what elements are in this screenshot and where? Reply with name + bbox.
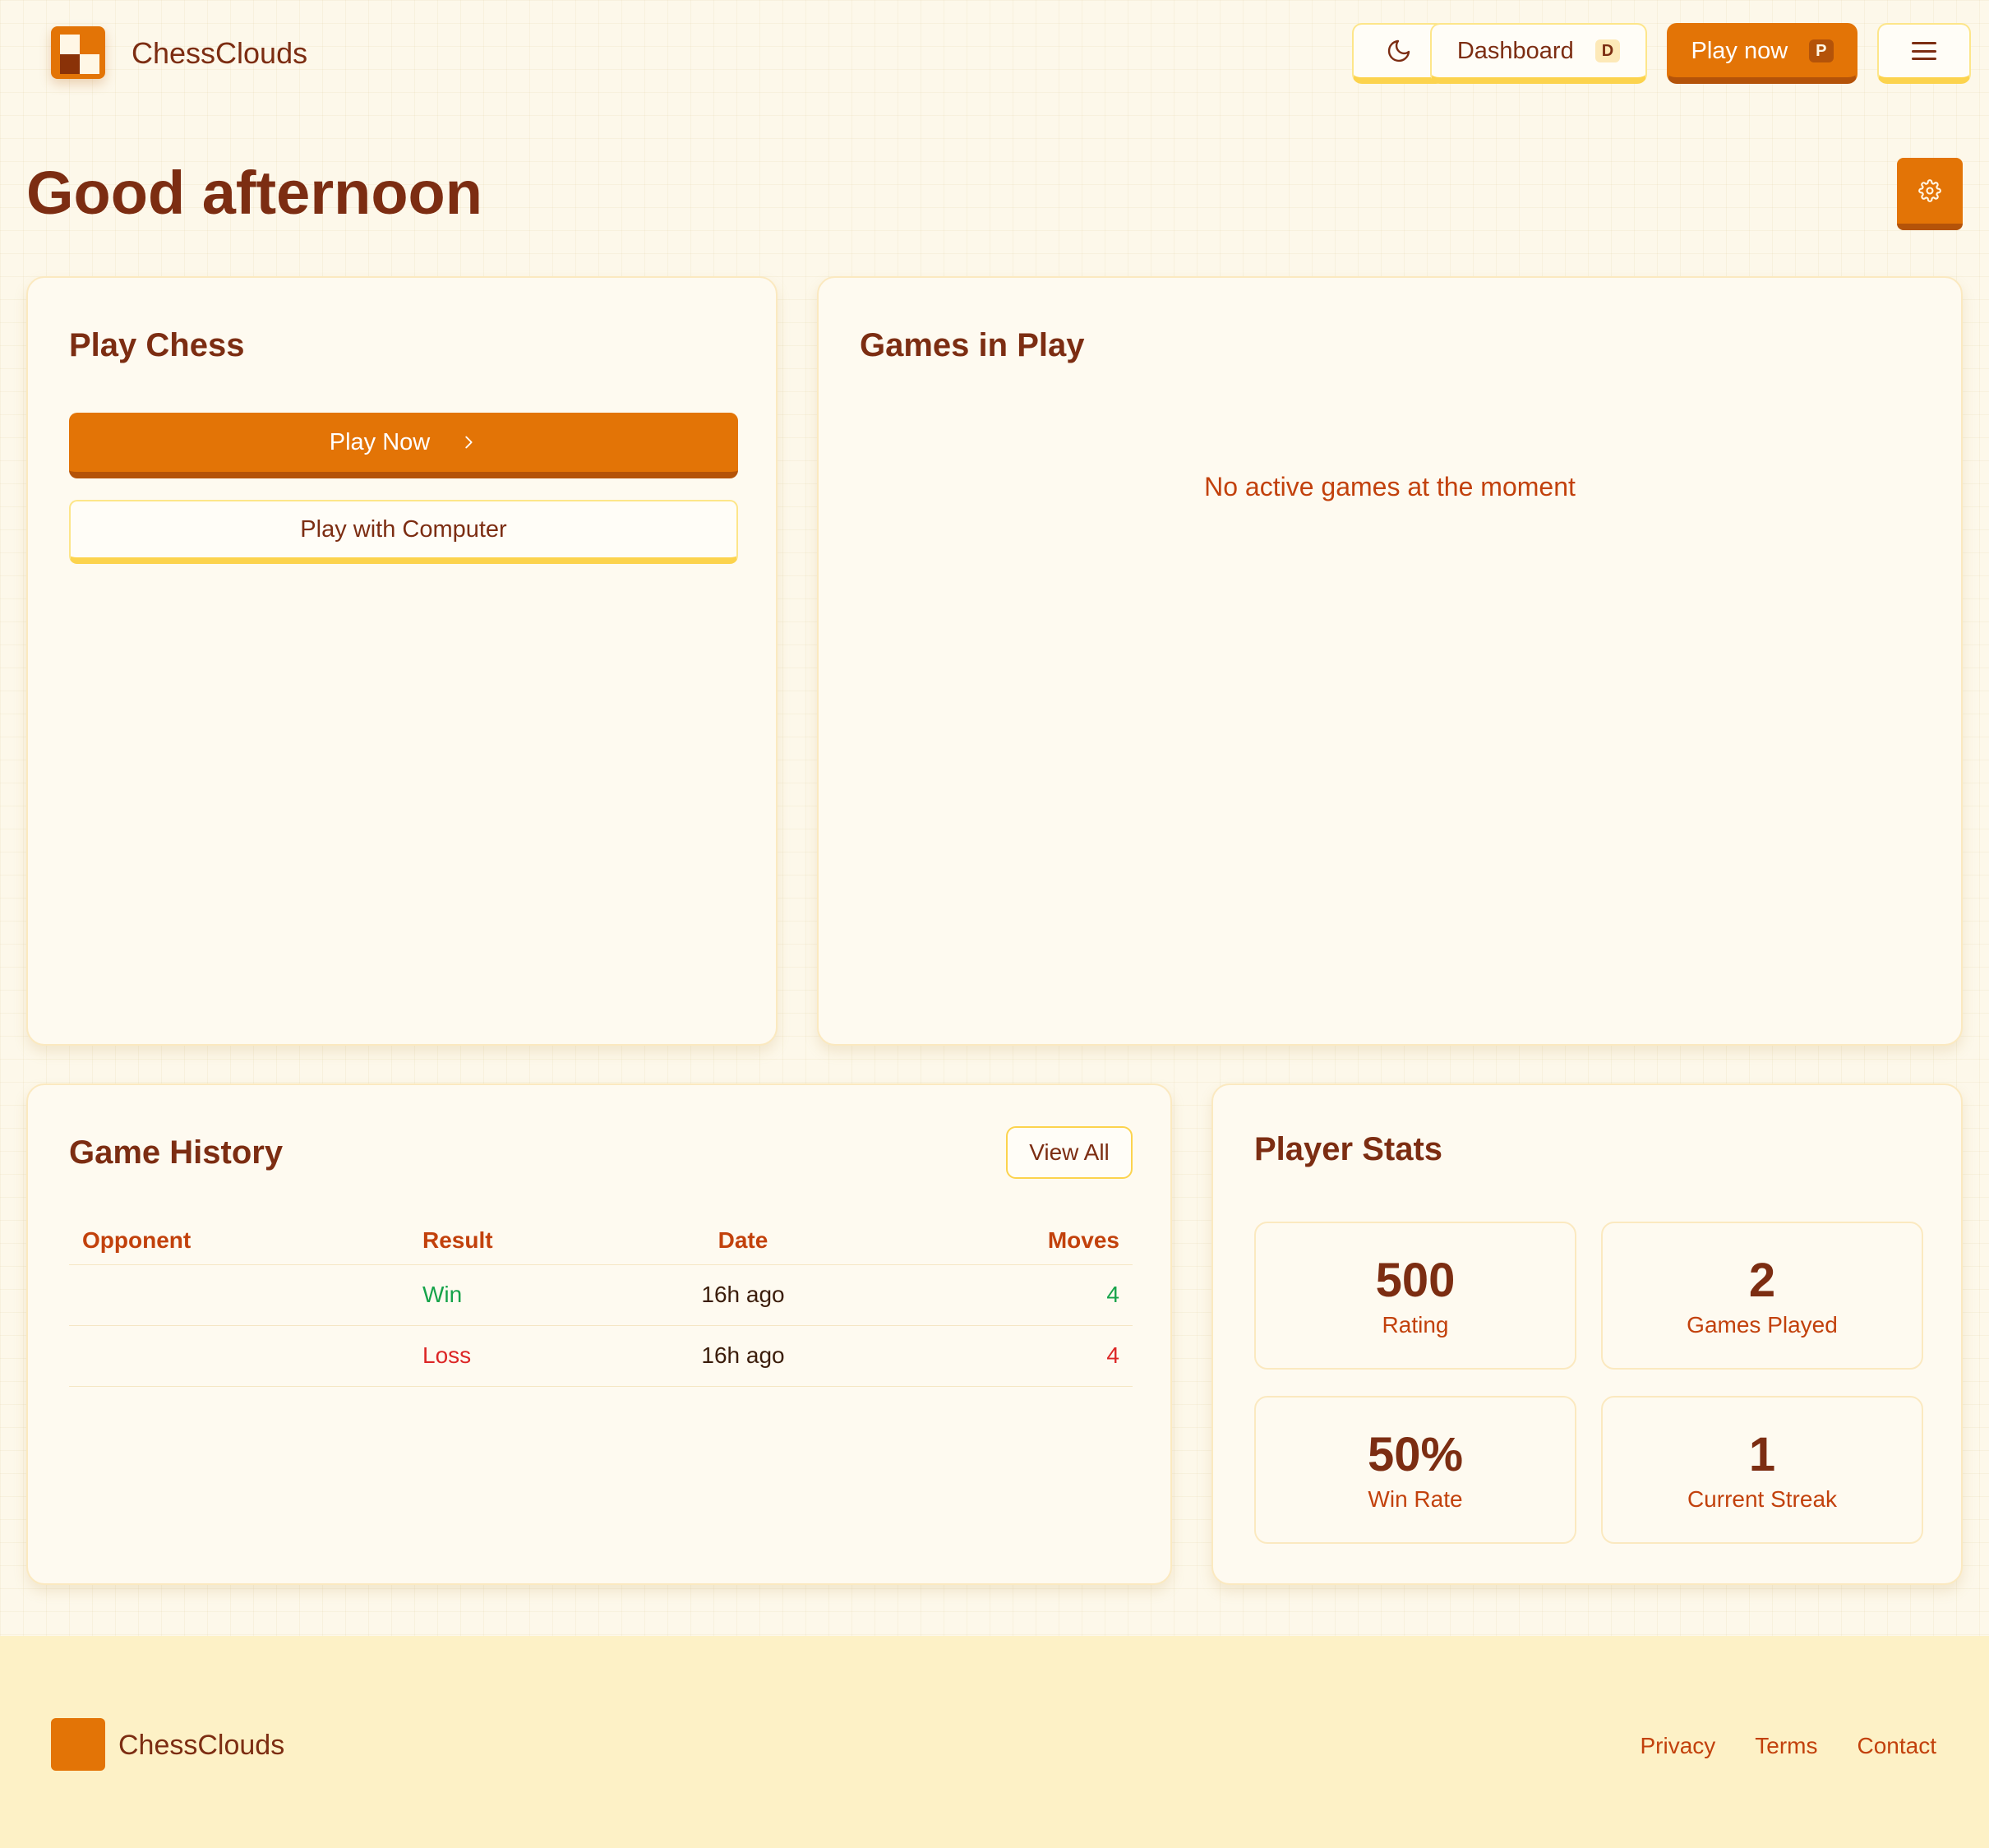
play-with-computer-label: Play with Computer <box>300 515 507 543</box>
logo-square <box>80 35 99 54</box>
table-row[interactable]: Win 16h ago 4 <box>69 1264 1133 1326</box>
dashboard-shortcut-badge: D <box>1594 39 1621 62</box>
menu-button[interactable] <box>1877 23 1971 84</box>
play-now-button[interactable]: Play Now <box>69 413 738 478</box>
games-in-play-title: Games in Play <box>860 327 1085 363</box>
footer-link-privacy[interactable]: Privacy <box>1640 1733 1715 1759</box>
stat-value: 1 <box>1748 1428 1776 1481</box>
stat-rating: 500 Rating <box>1254 1222 1576 1370</box>
games-in-play-card: Games in Play No active games at the mom… <box>817 276 1963 1046</box>
page-title: Good afternoon <box>26 159 482 227</box>
table-row[interactable]: Loss 16h ago 4 <box>69 1325 1133 1387</box>
date-cell: 16h ago <box>644 1325 842 1387</box>
moves-cell: 4 <box>842 1325 1133 1387</box>
dashboard-button[interactable]: Dashboard D <box>1430 23 1647 84</box>
gear-icon <box>1918 179 1941 202</box>
empty-state-message: No active games at the moment <box>1204 472 1576 501</box>
play-now-button-label: Play Now <box>329 428 431 455</box>
column-header-date: Date <box>644 1217 842 1265</box>
stat-value: 2 <box>1748 1254 1776 1307</box>
result-cell: Loss <box>422 1325 644 1387</box>
date-cell: 16h ago <box>644 1264 842 1326</box>
opponent-cell <box>69 1325 422 1387</box>
play-now-label: Play now <box>1691 37 1788 64</box>
chevron-right-icon <box>459 433 478 451</box>
view-all-button[interactable]: View All <box>1006 1126 1133 1179</box>
play-with-computer-button[interactable]: Play with Computer <box>69 500 738 564</box>
footer-links: Privacy Terms Contact <box>1640 1733 1936 1759</box>
game-history-card: Game History View All Opponent Result Da… <box>26 1083 1172 1585</box>
footer-link-terms[interactable]: Terms <box>1755 1733 1817 1759</box>
brand-name[interactable]: ChessClouds <box>132 36 307 71</box>
stat-label: Win Rate <box>1368 1486 1463 1512</box>
logo-square <box>60 35 80 54</box>
game-history-title: Game History <box>69 1134 284 1171</box>
table-header-row: Opponent Result Date Moves <box>69 1217 1133 1265</box>
footer-logo[interactable] <box>51 1718 105 1771</box>
column-header-opponent: Opponent <box>69 1217 422 1265</box>
stat-label: Current Streak <box>1687 1486 1838 1512</box>
player-stats-title: Player Stats <box>1254 1131 1443 1167</box>
stat-label: Rating <box>1382 1312 1449 1337</box>
moon-icon <box>1387 39 1410 62</box>
player-stats-card: Player Stats 500 Rating 2 Games Played 5… <box>1211 1083 1963 1585</box>
stat-win-rate: 50% Win Rate <box>1254 1396 1576 1544</box>
logo-square <box>60 54 80 74</box>
play-chess-card: Play Chess Play Now Play with Computer <box>26 276 778 1046</box>
logo-square <box>80 54 99 74</box>
play-chess-title: Play Chess <box>69 327 245 363</box>
result-cell: Win <box>422 1264 644 1326</box>
hamburger-menu-icon <box>1912 42 1936 60</box>
play-shortcut-badge: P <box>1809 39 1834 62</box>
footer-link-contact[interactable]: Contact <box>1857 1733 1937 1759</box>
stat-current-streak: 1 Current Streak <box>1601 1396 1923 1544</box>
dashboard-label: Dashboard <box>1456 37 1574 64</box>
column-header-moves: Moves <box>842 1217 1133 1265</box>
footer-brand-name[interactable]: ChessClouds <box>118 1730 284 1762</box>
opponent-cell <box>69 1264 422 1326</box>
page-footer: ChessClouds Privacy Terms Contact <box>0 1636 1989 1848</box>
column-header-result: Result <box>422 1217 644 1265</box>
play-now-header-button[interactable]: Play now P <box>1667 23 1857 84</box>
stat-value: 500 <box>1375 1254 1456 1307</box>
chessclouds-logo[interactable] <box>51 26 105 79</box>
stat-label: Games Played <box>1687 1312 1838 1337</box>
top-header: ChessClouds Dashboard D Play now P <box>0 0 1989 107</box>
game-history-table: Opponent Result Date Moves Win 16h ago 4… <box>69 1217 1133 1387</box>
moves-cell: 4 <box>842 1264 1133 1326</box>
stat-value: 50% <box>1367 1428 1464 1481</box>
stat-games-played: 2 Games Played <box>1601 1222 1923 1370</box>
settings-button[interactable] <box>1897 158 1963 230</box>
